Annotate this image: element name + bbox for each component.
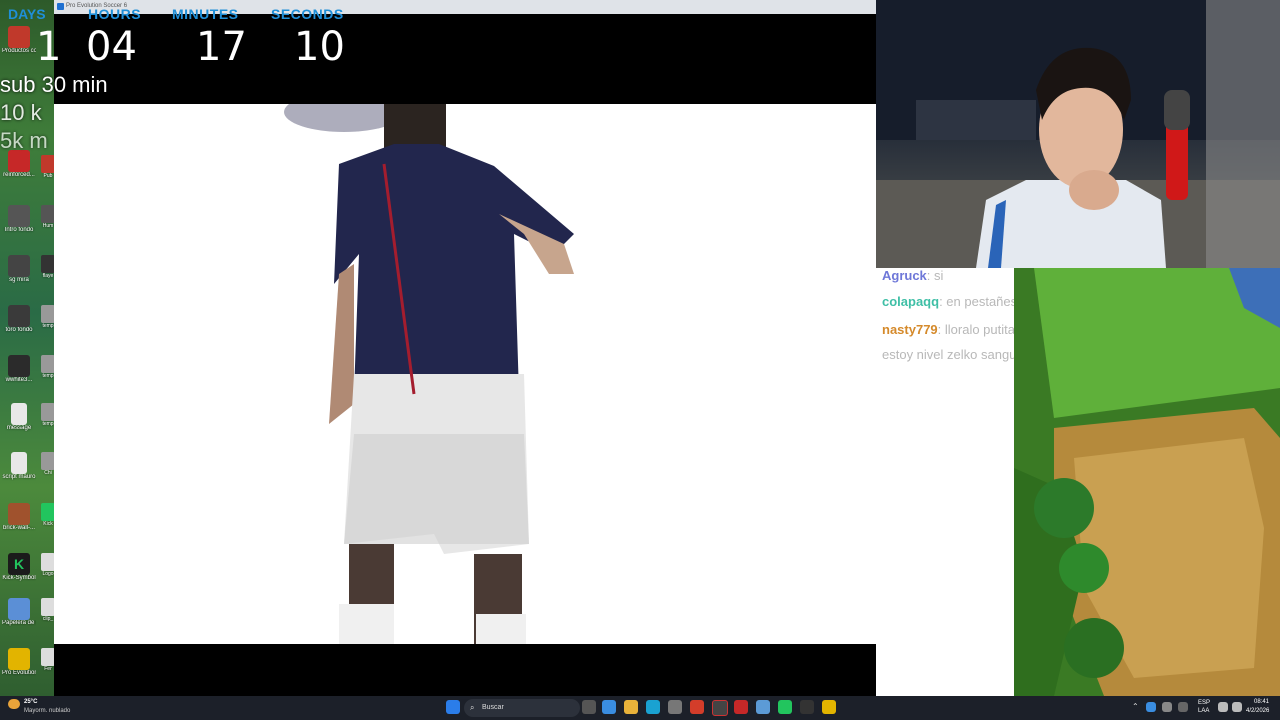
kick-icon: [41, 503, 55, 521]
app-icon[interactable]: [668, 700, 682, 714]
desktop-icon[interactable]: message: [2, 403, 36, 432]
streamer-webcam-image: [876, 0, 1280, 268]
file-icon: [41, 255, 55, 273]
start-icon[interactable]: [446, 700, 460, 714]
hours-value: 04: [86, 24, 137, 70]
desktop-icon[interactable]: script mauro: [2, 452, 36, 481]
search-icon: ⌕: [470, 703, 475, 712]
edge-icon[interactable]: [602, 700, 616, 714]
notepad-icon[interactable]: [756, 700, 770, 714]
tray-icon[interactable]: [1178, 702, 1188, 712]
file-icon: [41, 355, 55, 373]
file-icon: [41, 205, 55, 223]
image-icon: [8, 355, 30, 377]
language-top[interactable]: ESP: [1198, 700, 1210, 706]
minutes-label: MINUTES: [172, 6, 239, 22]
file-icon: [41, 553, 55, 571]
tray-icon[interactable]: [1162, 702, 1172, 712]
task-view-icon[interactable]: [582, 700, 596, 714]
desktop-icon[interactable]: K Kick-Symbol: [2, 553, 36, 582]
desktop-icon[interactable]: brick-wall-...: [2, 503, 36, 532]
kick-icon: K: [8, 553, 30, 575]
file-icon: [41, 155, 55, 173]
obs-icon[interactable]: [712, 700, 728, 716]
weather-icon[interactable]: [8, 699, 20, 709]
farmland-picture: [1014, 268, 1280, 696]
text-file-icon: [11, 403, 27, 425]
language-bottom[interactable]: LAA: [1198, 708, 1209, 714]
image-icon: [8, 503, 30, 525]
weather-temp: 25°C: [24, 699, 38, 705]
days-value: 1: [36, 24, 62, 70]
desktop-icon[interactable]: Pro Evolution Soccer 6: [2, 648, 36, 677]
subgoal-line-2: 10 k: [0, 100, 42, 125]
folder-icon: [8, 26, 30, 48]
subgoal-line-1: sub 30 min: [0, 72, 108, 97]
game-intro-video: [54, 104, 1014, 644]
brave-icon[interactable]: [690, 700, 704, 714]
recycle-bin-icon: [8, 598, 30, 620]
chat-user[interactable]: Agruck: [882, 268, 927, 283]
capcut-icon[interactable]: [800, 700, 814, 714]
minutes-value: 17: [196, 24, 247, 70]
text-file-icon: [11, 452, 27, 474]
desktop-icon[interactable]: reinforced...: [2, 150, 36, 179]
search-box[interactable]: ⌕ Buscar: [464, 699, 580, 717]
file-explorer-icon[interactable]: [624, 700, 638, 714]
chat-message: Agruck: si: [882, 268, 944, 283]
chat-panel: Agruck: si colapaqq: en pestañes nasty77…: [876, 268, 1223, 696]
file-icon: [41, 452, 55, 470]
webcam-feed: [876, 0, 1280, 268]
hours-label: HOURS: [88, 6, 142, 22]
image-icon: [8, 255, 30, 277]
desktop-icon[interactable]: Papelera de reciclaje: [2, 598, 36, 627]
file-icon: [41, 598, 55, 616]
chat-message: colapaqq: en pestañes: [882, 294, 1018, 309]
desktop-icon[interactable]: toro fondo: [2, 305, 36, 334]
pes6-icon: [8, 648, 30, 670]
volume-icon[interactable]: [1232, 702, 1242, 712]
desktop-icon[interactable]: wwhite3...: [2, 355, 36, 384]
days-label: DAYS: [8, 6, 46, 22]
seconds-value: 10: [294, 24, 345, 70]
subgoal-line-3: 5k m: [0, 128, 48, 153]
file-icon: [41, 403, 55, 421]
seconds-label: SECONDS: [271, 6, 344, 22]
desktop-icon[interactable]: Productos comprados: [2, 26, 36, 55]
app-icon: [57, 3, 64, 10]
desktop-icon[interactable]: sg mira: [2, 255, 36, 284]
file-icon: [41, 305, 55, 323]
image-icon: [8, 305, 30, 327]
chat-user[interactable]: colapaqq: [882, 294, 939, 309]
aerial-farmland-image: [1014, 268, 1280, 696]
browser-icon[interactable]: [646, 700, 660, 714]
clock-date[interactable]: 4/2/2026: [1246, 708, 1269, 714]
weather-desc: Mayorm. nublado: [24, 708, 71, 714]
desktop-icon[interactable]: Intro fondo: [2, 205, 36, 234]
file-icon: [41, 648, 55, 666]
search-placeholder: Buscar: [482, 704, 504, 711]
image-icon: [8, 205, 30, 227]
app-icon[interactable]: [734, 700, 748, 714]
chat-user[interactable]: nasty779: [882, 322, 938, 337]
soccer-player-image: [284, 104, 574, 644]
network-icon[interactable]: [1218, 702, 1228, 712]
pes6-icon[interactable]: [822, 700, 836, 714]
windows-taskbar: 25°C Mayorm. nublado ⌕ Buscar ⌃ ESP LAA …: [0, 696, 1280, 720]
chat-message: estoy nivel zelko sangu: [882, 347, 1017, 362]
game-bottom-bar: [54, 644, 1014, 696]
kick-icon[interactable]: [778, 700, 792, 714]
tray-chevron-icon[interactable]: ⌃: [1132, 702, 1139, 711]
clock-time[interactable]: 08:41: [1254, 699, 1269, 705]
tray-icon[interactable]: [1146, 702, 1156, 712]
